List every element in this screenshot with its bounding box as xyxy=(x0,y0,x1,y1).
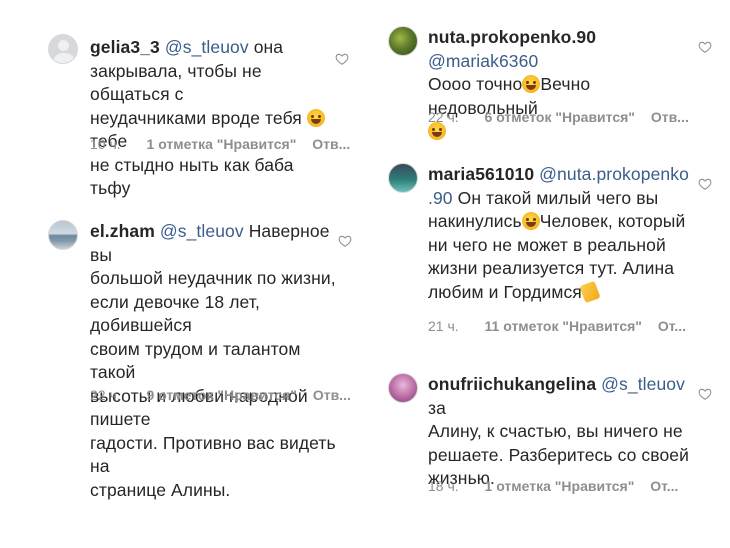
timestamp: 21 ч. xyxy=(428,318,459,334)
avatar[interactable] xyxy=(48,220,78,250)
comment-line: за xyxy=(428,397,446,418)
avatar[interactable] xyxy=(388,26,418,56)
username[interactable]: gelia3_3 xyxy=(90,37,160,57)
username[interactable]: nuta.prokopenko.90 xyxy=(428,27,596,47)
comment-text: maria561010 @nuta.prokopenko .90 Он тако… xyxy=(428,163,698,304)
likes-count-link[interactable]: 9 отметок "Нравится" xyxy=(147,387,297,403)
comment-line: жизни реализуется тут. Алина xyxy=(428,258,675,278)
comment-line: странице Алины. xyxy=(90,479,231,500)
comment-line: не стыдно ныть как баба тьфу xyxy=(90,154,294,199)
comment-line: Он такой милый чего вы xyxy=(457,187,659,208)
likes-count-link[interactable]: 1 отметка "Нравится" xyxy=(485,478,635,494)
username[interactable]: onufriichukangelina xyxy=(428,374,596,394)
username[interactable]: el.zham xyxy=(90,221,155,241)
reply-button[interactable]: От... xyxy=(650,478,678,494)
heart-outline-icon[interactable] xyxy=(335,52,349,66)
grinning-face-emoji-icon xyxy=(522,75,541,93)
mention-link[interactable]: @s_tleuov xyxy=(601,374,685,394)
comment-line: если девочке 18 лет, добившейся xyxy=(90,291,260,336)
comment-line: Алину, к счастью, вы ничего не xyxy=(428,421,683,441)
username[interactable]: maria561010 xyxy=(428,164,534,184)
reply-button[interactable]: Отв... xyxy=(312,136,350,152)
mention-link[interactable]: @s_tleuov xyxy=(165,37,249,57)
comment-meta: 22 ч. 6 отметок "Нравится" Отв... xyxy=(428,109,701,125)
comment-line: ни чего не может в реальной xyxy=(428,234,666,255)
reply-button[interactable]: Отв... xyxy=(313,387,351,403)
grinning-face-emoji-icon xyxy=(306,108,325,127)
comment-text: gelia3_3 @s_tleuov она закрывала, чтобы … xyxy=(90,36,325,201)
avatar[interactable] xyxy=(388,163,418,193)
comment-line: закрывала, чтобы не общаться с xyxy=(90,60,262,105)
comment-text: nuta.prokopenko.90 @mariak6360 Оооо точн… xyxy=(428,26,698,144)
timestamp: 22 ч. xyxy=(90,387,121,403)
comment-line: Человек, который xyxy=(539,211,686,231)
heart-outline-icon[interactable] xyxy=(698,177,712,191)
reply-button[interactable]: От... xyxy=(658,318,686,334)
mention-link[interactable]: @s_tleuov xyxy=(160,221,244,241)
likes-count-link[interactable]: 6 отметок "Нравится" xyxy=(485,109,635,125)
comment-line: накинулись xyxy=(428,211,522,231)
grinning-face-emoji-icon xyxy=(521,212,540,230)
heart-outline-icon[interactable] xyxy=(698,387,712,401)
mention-link[interactable]: @mariak6360 xyxy=(428,51,538,71)
mention-link[interactable]: @nuta.prokopenko xyxy=(539,164,689,184)
likes-count-link[interactable]: 11 отметок "Нравится" xyxy=(485,318,642,334)
timestamp: 22 ч. xyxy=(428,109,459,125)
comment-line: Оооо точно xyxy=(428,74,523,94)
comment-line: своим трудом и талантом такой xyxy=(90,338,301,383)
comment-line: она xyxy=(253,37,284,57)
comment-line: решаете. Разберитесь со своей xyxy=(428,444,689,465)
comment-meta: 22 ч. 9 отметок "Нравится" Отв... xyxy=(90,387,363,403)
heart-outline-icon[interactable] xyxy=(698,40,712,54)
clapping-hands-emoji-icon xyxy=(579,280,601,303)
comment-line: любим и Гордимся xyxy=(428,281,582,302)
comment-meta: 10 ч. 1 отметка "Нравится" Отв... xyxy=(90,136,362,152)
comment-meta: 21 ч. 11 отметок "Нравится" От... xyxy=(428,318,698,334)
comment-line: большой неудачник по жизни, xyxy=(90,268,336,288)
timestamp: 10 ч. xyxy=(90,136,121,152)
avatar[interactable] xyxy=(388,373,418,403)
avatar[interactable] xyxy=(48,34,78,64)
reply-button[interactable]: Отв... xyxy=(651,109,689,125)
comment-text: el.zham @s_tleuov Наверное вы большой не… xyxy=(90,220,340,502)
comment-meta: 18 ч. 1 отметка "Нравится" От... xyxy=(428,478,690,494)
timestamp: 18 ч. xyxy=(428,478,459,494)
mention-link[interactable]: .90 xyxy=(428,188,453,208)
likes-count-link[interactable]: 1 отметка "Нравится" xyxy=(147,136,297,152)
comment-line: гадости. Противно вас видеть на xyxy=(90,432,336,477)
heart-outline-icon[interactable] xyxy=(338,234,352,248)
comment-text: onufriichukangelina @s_tleuov за Алину, … xyxy=(428,373,698,491)
comment-line: неудачниками вроде тебя xyxy=(90,107,302,128)
